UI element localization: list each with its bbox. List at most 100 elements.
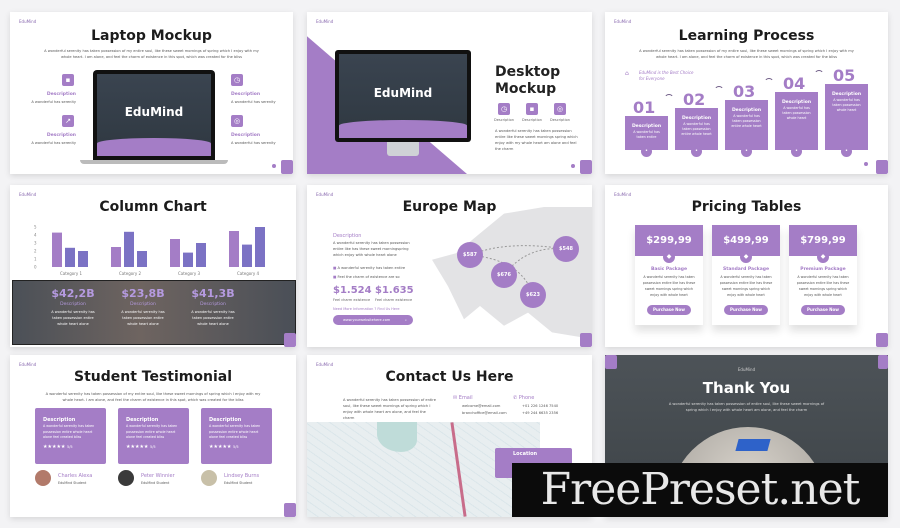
pricing-card: $299,99 ◆ Basic Package A wonderful serenit…: [635, 225, 703, 325]
purchase-button[interactable]: Purchase Now: [724, 305, 768, 315]
slide-desktop-mockup[interactable]: EduMind EduMind Desktop Mockup ◷ ▪ ◎ Desc…: [307, 12, 592, 174]
rating-value: 5/5: [150, 444, 156, 449]
desktop-monitor: EduMind: [335, 50, 471, 142]
step-number: 05: [833, 66, 856, 85]
rating-value: 5/5: [67, 444, 73, 449]
step-number: 04: [783, 74, 806, 93]
avatar: [201, 470, 217, 486]
title-line: Mockup: [495, 81, 557, 97]
bar: [196, 243, 206, 267]
feature-text: A wonderful has serenity: [231, 100, 276, 104]
decor-square: [580, 333, 592, 347]
step-text: A wonderful has taken possession whole h…: [782, 106, 811, 120]
y-tick-label: 2: [34, 249, 37, 254]
x-tick-label: Category 1: [60, 271, 83, 276]
stat-value: $23,8B: [121, 287, 165, 300]
decor-square: [580, 160, 592, 174]
laptop-device: EduMind: [93, 70, 215, 160]
slide-subtitle: A wonderful serenity has taken possessio…: [639, 49, 854, 59]
map-marker[interactable]: $548: [553, 236, 579, 262]
testimonial-card: Description A wonderful serenity has take…: [118, 408, 189, 464]
pricing-card: $499,99 ◆ Standard Package A wonderful sere…: [712, 225, 780, 325]
bar: [52, 232, 62, 267]
clock-icon: ◷: [231, 74, 243, 86]
map-marker[interactable]: $676: [491, 262, 517, 288]
decor-square: [878, 355, 888, 369]
bar: [65, 247, 75, 267]
step-text: A wonderful has taken possession entire …: [731, 114, 762, 128]
student-role: EduMind Student: [58, 481, 87, 485]
email-value[interactable]: welcome@email.com: [462, 403, 500, 409]
map-marker[interactable]: $587: [457, 242, 483, 268]
bar: [78, 251, 88, 267]
card-text: A wonderful serenity has taken possessio…: [43, 424, 95, 439]
brand-label: EduMind: [614, 192, 632, 197]
y-tick-label: 1: [34, 257, 37, 262]
slide-pricing-tables[interactable]: EduMind Pricing Tables $299,99 ◆ Basic Pac…: [605, 185, 888, 347]
email-block: ✉ Email: [453, 395, 473, 401]
x-tick-label: Category 4: [237, 271, 260, 276]
item-label: Description: [522, 118, 542, 122]
stat-value: $42,2B: [51, 287, 95, 300]
slide-title: Thank You: [702, 379, 791, 397]
route-lines: [469, 245, 566, 296]
card-label: Description: [126, 417, 159, 423]
body-text: A wonderful serenity has taken possessio…: [343, 398, 436, 420]
slide-subtitle: A wonderful serenity has taken possessio…: [45, 392, 261, 402]
brand-label: EduMind: [316, 362, 334, 367]
rating-value: 5/5: [233, 444, 239, 449]
brand-label: EduMind: [19, 192, 37, 197]
river: [377, 422, 417, 452]
decor-square: [272, 164, 276, 168]
bar: [242, 244, 252, 267]
student-name: Lindsey Burns: [224, 473, 260, 479]
body-text: A wonderful serenity has taken possessio…: [495, 129, 578, 151]
feature-label: Description: [46, 133, 76, 138]
purchase-button[interactable]: Purchase Now: [801, 305, 845, 315]
plan-text: A wonderful serenity has taken possessio…: [719, 275, 773, 297]
arc-decoration: [714, 86, 724, 96]
map-marker[interactable]: $623: [520, 282, 546, 308]
purchase-button[interactable]: Purchase Now: [647, 305, 691, 315]
step-card: Description A wonderful has taken possess…: [675, 108, 718, 150]
decor-square: [605, 355, 617, 369]
brand-label: EduMind: [19, 362, 37, 367]
slide-laptop-mockup[interactable]: EduMind Laptop Mockup A wonderful sereni…: [10, 12, 293, 174]
slide-title: Pricing Tables: [691, 199, 802, 215]
slide-title: Contact Us Here: [385, 369, 514, 385]
pricing-card: $799,99 ◆ Premium Package A wonderful seren…: [789, 225, 857, 325]
slide-column-chart[interactable]: EduMind Column Chart 0 1 2 3 4 5 Category 1 Cat…: [10, 185, 296, 347]
feature-label: Description: [46, 92, 76, 97]
y-tick-label: 3: [34, 241, 37, 246]
card-text: A wonderful serenity has taken possessio…: [126, 424, 178, 439]
star-rating-icon: ★★★★★: [126, 443, 151, 450]
plan-text: A wonderful serenity has taken possessio…: [796, 275, 850, 297]
y-tick-label: 5: [34, 225, 37, 230]
plan-text: A wonderful serenity has taken possessio…: [642, 275, 696, 297]
slide-title: Laptop Mockup: [91, 28, 212, 44]
slide-learning-process[interactable]: EduMind Learning Process A wonderful ser…: [605, 12, 888, 174]
phone-label: Phone: [518, 395, 535, 401]
star-rating-icon: ★★★★★: [209, 443, 234, 450]
slide-europe-map[interactable]: EduMind Europe Map Description A wonderf…: [307, 185, 592, 347]
decor-square: [281, 160, 293, 174]
slide-title: Learning Process: [678, 28, 815, 44]
step-text: A wonderful has taken possession entire …: [681, 122, 712, 136]
card-label: Description: [43, 417, 76, 423]
email-value[interactable]: branchoffice@email.com: [462, 410, 507, 416]
slide-student-testimonial[interactable]: EduMind Student Testimonial A wonderful …: [10, 355, 296, 517]
student-role: EduMind Student: [141, 481, 170, 485]
plan-name: Basic Package: [650, 267, 688, 272]
decor-square: [876, 160, 888, 174]
rating: ★★★★★ 5/5: [209, 444, 264, 450]
decor-square: [876, 333, 888, 347]
decor-square: [284, 503, 296, 517]
rating: ★★★★★ 5/5: [43, 444, 98, 450]
slide-title: Desktop Mockup: [495, 64, 560, 98]
stat-label: Description: [130, 302, 156, 307]
briefcase-icon: ▪: [526, 103, 538, 115]
chart-icon: ↗: [62, 115, 74, 127]
step-card: Description A wonderful has taken possess…: [825, 84, 868, 150]
monitor-stand: [387, 142, 419, 156]
target-icon: ◎: [231, 115, 243, 127]
